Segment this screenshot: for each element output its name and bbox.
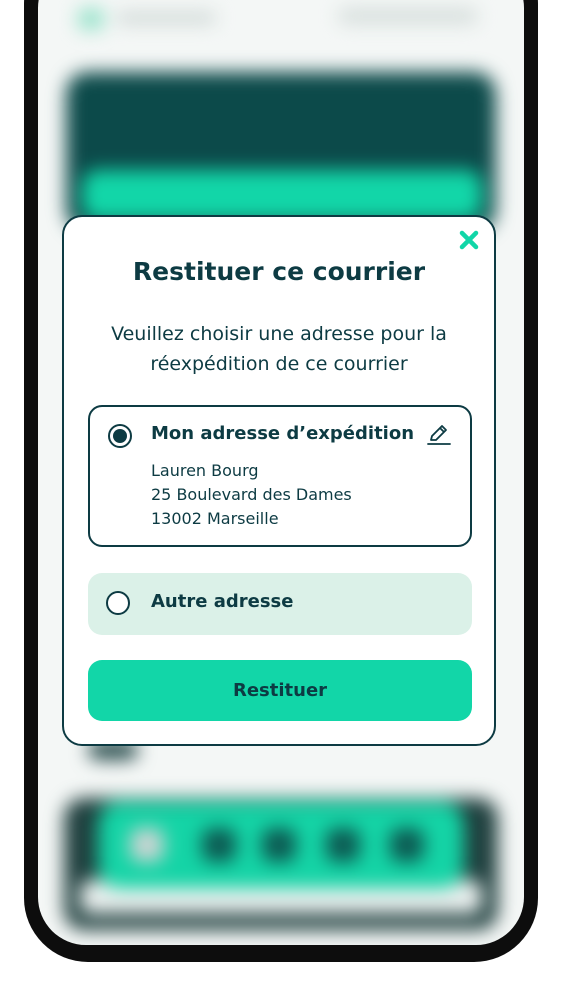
option-other-address-label: Autre adresse xyxy=(151,591,294,612)
address-city: 13002 Marseille xyxy=(151,509,279,528)
headset-icon xyxy=(326,828,360,862)
return-mail-modal: Restituer ce courrier Veuillez choisir u… xyxy=(62,215,496,746)
home-icon xyxy=(130,828,164,862)
option-other-address[interactable]: Autre adresse xyxy=(88,573,472,635)
modal-title: Restituer ce courrier xyxy=(132,257,426,286)
modal-subtitle-line-1: Veuillez choisir une adresse pour la xyxy=(111,323,447,345)
address-street: 25 Boulevard des Dames xyxy=(151,485,352,504)
background-logo xyxy=(78,8,104,30)
document-icon xyxy=(202,828,236,862)
close-icon[interactable] xyxy=(458,229,480,251)
radio-shipping-address[interactable] xyxy=(108,424,132,448)
modal-subtitle: Veuillez choisir une adresse pour la rée… xyxy=(88,319,470,379)
pencil-edit-icon[interactable] xyxy=(426,421,452,447)
restituer-button[interactable]: Restituer xyxy=(88,660,472,721)
option-shipping-address-label: Mon adresse d’expédition xyxy=(151,423,415,444)
profile-icon xyxy=(390,828,424,862)
background-card-button xyxy=(82,170,482,220)
radio-other-address[interactable] xyxy=(106,591,130,615)
option-shipping-address[interactable]: Mon adresse d’expédition Lauren Bourg 25… xyxy=(88,405,472,547)
forward-icon xyxy=(262,828,296,862)
background-title xyxy=(116,12,216,24)
modal-subtitle-line-2: réexpédition de ce courrier xyxy=(150,353,408,375)
address-name: Lauren Bourg xyxy=(151,461,259,480)
background-header-actions xyxy=(338,8,478,24)
